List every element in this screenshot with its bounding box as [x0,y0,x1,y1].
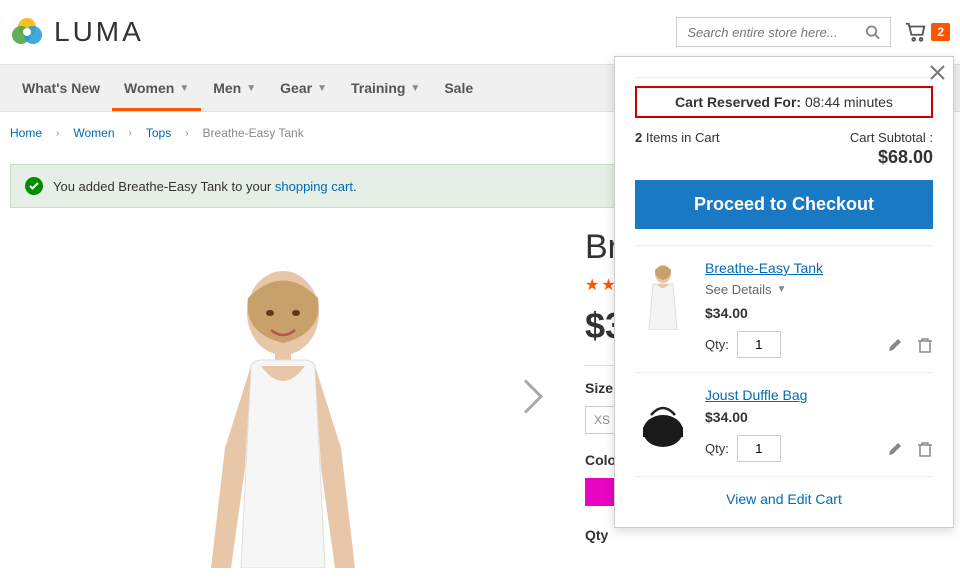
logo-icon [10,15,44,49]
chevron-down-icon: ▼ [317,83,327,94]
minicart-item: Breathe-Easy Tank See Details ▼ $34.00 Q… [635,245,933,372]
qty-label: Qty [585,527,950,543]
item-name-link[interactable]: Breathe-Easy Tank [705,260,933,276]
item-thumbnail[interactable] [635,387,691,457]
nav-training[interactable]: Training▼ [339,65,432,111]
logo[interactable]: LUMA [10,15,144,49]
search-box[interactable] [676,17,891,47]
chevron-right-icon: › [56,128,59,139]
close-icon [930,65,945,80]
breadcrumb-women[interactable]: Women [73,126,114,140]
item-thumbnail[interactable] [635,260,691,330]
breadcrumb-current: Breathe-Easy Tank [203,126,304,140]
qty-label: Qty: [705,337,729,352]
view-edit-cart-link[interactable]: View and Edit Cart [726,491,842,507]
chevron-right-icon: › [129,128,132,139]
cart-subtotal-value: $68.00 [635,147,933,168]
breadcrumb-home[interactable]: Home [10,126,42,140]
cart-reserved-timer: Cart Reserved For: 08:44 minutes [635,86,933,118]
nav-men[interactable]: Men▼ [201,65,268,111]
qty-label: Qty: [705,441,729,456]
minicart-close-button[interactable] [924,59,951,89]
check-circle-icon [25,177,43,195]
item-price: $34.00 [705,409,933,425]
search-icon[interactable] [865,24,880,40]
nav-sale[interactable]: Sale [432,65,485,111]
trash-icon[interactable] [917,441,933,457]
cart-button[interactable]: 2 [905,21,950,43]
chevron-down-icon: ▼ [410,83,420,94]
items-in-cart-count: 2 Items in Cart [635,130,720,145]
proceed-to-checkout-button[interactable]: Proceed to Checkout [635,180,933,229]
gallery-next-button[interactable] [521,377,545,420]
cart-icon [905,21,927,43]
cart-count-badge: 2 [931,23,950,41]
nav-gear[interactable]: Gear▼ [268,65,339,111]
chevron-down-icon: ▼ [776,284,786,295]
chevron-down-icon: ▼ [179,83,189,94]
see-details-toggle[interactable]: See Details ▼ [705,282,933,297]
cart-subtotal-label: Cart Subtotal : [850,130,933,145]
notice-text: You added Breathe-Easy Tank to your shop… [53,179,357,194]
search-input[interactable] [687,25,865,40]
item-price: $34.00 [705,305,933,321]
breadcrumb-tops[interactable]: Tops [146,126,171,140]
logo-text: LUMA [54,16,144,48]
shopping-cart-link[interactable]: shopping cart [275,179,353,194]
product-gallery [10,228,555,568]
view-edit-cart: View and Edit Cart [635,476,933,511]
minicart-popup: Cart Reserved For: 08:44 minutes 2 Items… [614,56,954,528]
qty-input[interactable] [737,331,781,358]
chevron-right-icon: › [185,128,188,139]
trash-icon[interactable] [917,337,933,353]
color-swatch-pink[interactable] [585,478,615,506]
minicart-item: Joust Duffle Bag $34.00 Qty: [635,372,933,476]
edit-icon[interactable] [887,441,903,457]
nav-women[interactable]: Women▼ [112,65,201,111]
item-name-link[interactable]: Joust Duffle Bag [705,387,933,403]
chevron-down-icon: ▼ [246,83,256,94]
qty-input[interactable] [737,435,781,462]
nav-whats-new[interactable]: What's New [10,65,112,111]
product-main-image[interactable] [153,248,413,568]
edit-icon[interactable] [887,337,903,353]
